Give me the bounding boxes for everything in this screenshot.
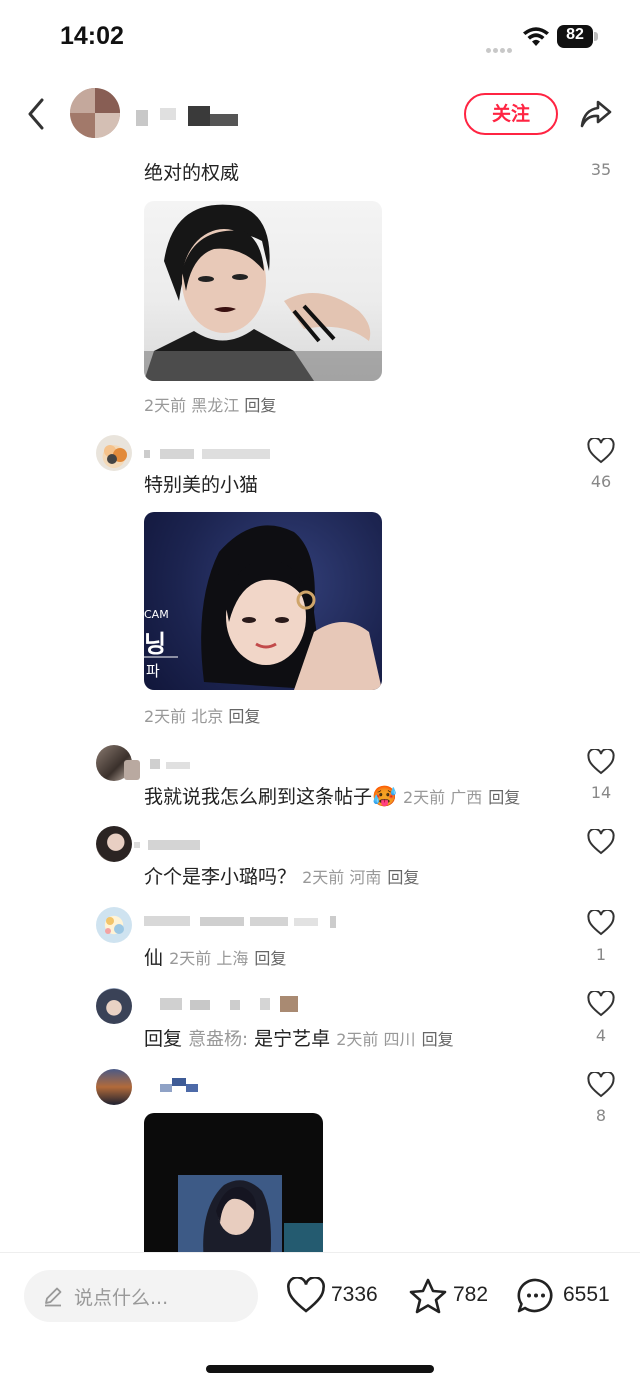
heart-icon[interactable]: [587, 438, 615, 464]
comment-icon: [517, 1278, 553, 1313]
comment-text: 绝对的权威: [144, 162, 240, 184]
comment-meta: 2天前 北京 回复: [144, 703, 260, 727]
comment-button[interactable]: 6551: [516, 1277, 616, 1317]
comment-time-location: 2天前 黑龙江: [144, 396, 240, 415]
reply-link[interactable]: 回复: [244, 396, 276, 415]
image-overlay-cam: CAM: [144, 608, 169, 621]
comment-text: 特别美的小猫: [144, 474, 259, 496]
reply-link[interactable]: 回复: [254, 949, 286, 968]
comment-total: 6551: [563, 1283, 610, 1306]
comment-body: 仙: [144, 947, 164, 969]
reply-mention[interactable]: 意盎杨:: [188, 1029, 248, 1050]
post-header: 关注: [0, 72, 640, 156]
pencil-icon: [45, 1287, 62, 1307]
emoji: 🥵: [372, 784, 397, 808]
wifi-icon: [523, 27, 549, 46]
bottom-action-bar: 说点什么... 7336 782 6551: [0, 1252, 640, 1385]
favorite-button[interactable]: 782: [408, 1277, 498, 1317]
commenter-name-blurred[interactable]: [144, 914, 350, 928]
home-indicator[interactable]: [206, 1365, 434, 1373]
heart-icon[interactable]: [587, 749, 615, 775]
commenter-name-blurred[interactable]: [150, 757, 190, 771]
comment-body: 介个是李小璐吗？: [144, 866, 297, 888]
like-count: 46: [590, 472, 612, 491]
comment-input[interactable]: 说点什么...: [24, 1270, 258, 1322]
comment-text: 介个是李小璐吗？ 2天前 河南 回复: [144, 862, 419, 889]
avatar[interactable]: [96, 435, 132, 471]
avatar-overlap: [124, 760, 140, 780]
comment-meta: 2天前 黑龙江 回复: [144, 392, 276, 416]
like-count: 35: [590, 160, 612, 179]
heart-icon[interactable]: [587, 1072, 615, 1098]
heart-icon[interactable]: [587, 829, 615, 855]
back-icon[interactable]: [22, 94, 52, 134]
like-count: 14: [590, 783, 612, 802]
commenter-name-blurred[interactable]: [160, 1078, 200, 1092]
comment-body: 我就说我怎么刷到这条帖子: [144, 786, 373, 808]
battery-icon: 82: [557, 25, 599, 48]
like-count: 1: [595, 945, 607, 964]
reply-prefix: 回复: [144, 1028, 183, 1050]
like-button[interactable]: 7336: [286, 1277, 386, 1317]
commenter-name-blurred[interactable]: [144, 447, 270, 461]
favorite-total: 782: [453, 1283, 489, 1306]
like-count: 4: [595, 1026, 607, 1045]
like-count: 8: [595, 1106, 607, 1125]
image-overlay-korean: 닝: [144, 630, 167, 658]
like-total: 7336: [331, 1283, 378, 1306]
comment-image[interactable]: CAM 닝 파: [144, 512, 382, 690]
reply-link[interactable]: 回复: [387, 868, 419, 887]
follow-button[interactable]: 关注: [464, 93, 558, 135]
avatar[interactable]: [96, 1069, 132, 1105]
battery-level: 82: [566, 26, 584, 43]
avatar[interactable]: [96, 907, 132, 943]
portrait-illustration: [144, 525, 382, 690]
image-overlay-korean-sub: 파: [146, 662, 160, 680]
heart-icon[interactable]: [587, 991, 615, 1017]
cellular-signal-icon: [486, 38, 514, 57]
reply-link[interactable]: 回复: [422, 1030, 454, 1049]
reply-link[interactable]: 回复: [488, 788, 520, 807]
star-icon: [409, 1278, 447, 1314]
comment-time-location: 2天前 河南: [302, 868, 382, 887]
comment-text: 仙 2天前 上海 回复: [144, 943, 286, 970]
portrait-illustration: [144, 204, 382, 381]
status-bar: 14:02 82: [0, 0, 640, 72]
comment-time-location: 2天前 上海: [169, 949, 249, 968]
status-time: 14:02: [60, 22, 124, 50]
photo-of-screen: [178, 1175, 323, 1263]
comment-text: 我就说我怎么刷到这条帖子🥵 2天前 广西 回复: [144, 782, 520, 809]
commenter-name-blurred[interactable]: [134, 838, 204, 852]
heart-icon: [287, 1277, 325, 1313]
comment-placeholder: 说点什么...: [74, 1287, 169, 1309]
comment-image[interactable]: [144, 1113, 323, 1263]
reply-link[interactable]: 回复: [228, 707, 260, 726]
comment-time-location: 2天前 四川: [336, 1030, 416, 1049]
author-avatar[interactable]: [70, 88, 120, 138]
heart-icon[interactable]: [587, 910, 615, 936]
comment-body: 是宁艺卓: [248, 1028, 331, 1050]
author-name-blurred[interactable]: [136, 106, 246, 128]
comment-time-location: 2天前 广西: [402, 788, 483, 807]
comment-time-location: 2天前 北京: [144, 707, 224, 726]
commenter-name-blurred[interactable]: [160, 996, 300, 1012]
avatar[interactable]: [96, 826, 132, 862]
avatar[interactable]: [96, 988, 132, 1024]
share-icon[interactable]: [578, 96, 614, 132]
comment-text: 回复 意盎杨: 是宁艺卓 2天前 四川 回复: [144, 1024, 454, 1051]
comment-image[interactable]: [144, 201, 382, 381]
